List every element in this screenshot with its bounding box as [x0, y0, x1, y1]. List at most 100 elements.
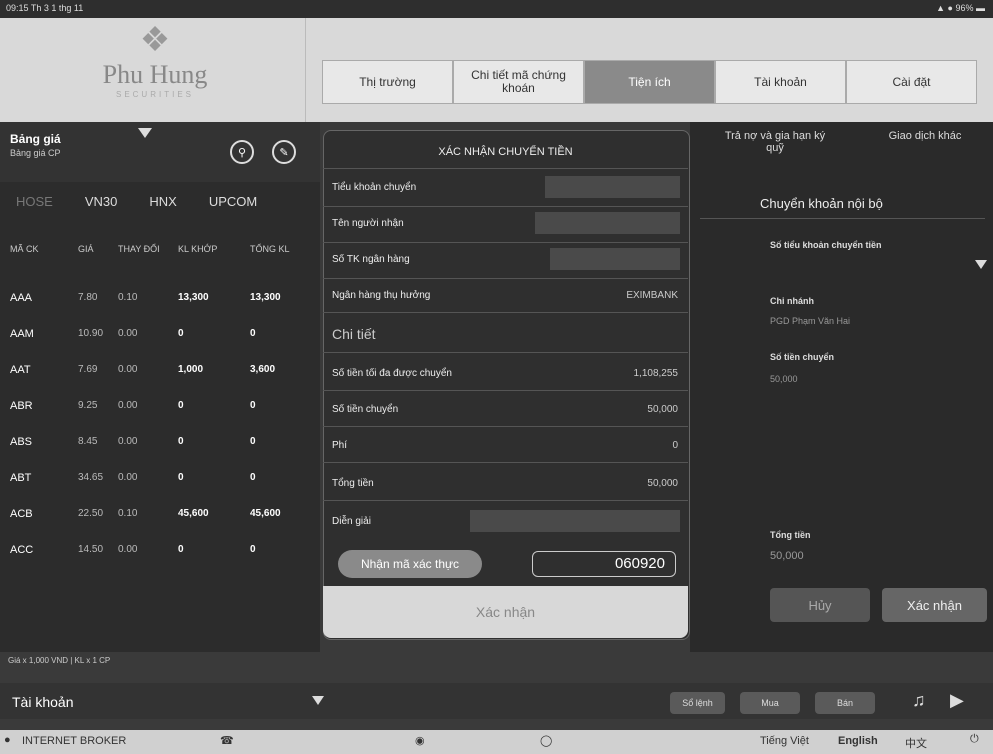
tab-market[interactable]: Thị trường: [322, 60, 453, 104]
message-icon[interactable]: ◯: [540, 734, 552, 747]
user-icon[interactable]: ●: [4, 734, 11, 746]
footer-bar: ● INTERNET BROKER ☎ ◉ ◯ Tiếng Việt Engli…: [0, 730, 993, 754]
cell-total: 0: [250, 544, 256, 555]
divider: [700, 218, 985, 219]
divider: [323, 312, 688, 313]
label-total: Tổng tiền: [332, 478, 374, 489]
table-row[interactable]: ACB 22.50 0.10 45,600 45,600: [0, 498, 320, 534]
tab-stock-detail[interactable]: Chi tiết mã chứng khoán: [453, 60, 584, 104]
amount-input[interactable]: 50,000: [770, 374, 798, 384]
cell-vol: 13,300: [178, 292, 209, 303]
label-amount: Số tiền chuyển: [770, 352, 835, 362]
buy-button[interactable]: Mua: [740, 692, 800, 714]
account-dropdown-icon[interactable]: [312, 696, 324, 705]
tab-account[interactable]: Tài khoản: [715, 60, 846, 104]
cell-price: 10.90: [78, 328, 104, 339]
cell-total: 45,600: [250, 508, 281, 519]
otp-input[interactable]: 060920: [532, 551, 676, 577]
cell-total: 13,300: [250, 292, 281, 303]
tab-upcom[interactable]: UPCOM: [193, 194, 273, 209]
description-input[interactable]: [470, 510, 680, 532]
cell-code: ACB: [10, 508, 33, 520]
search-icon[interactable]: ⚲: [230, 140, 254, 164]
price-board-title[interactable]: Bảng giá: [10, 132, 61, 146]
tab-hose[interactable]: HOSE: [0, 194, 69, 209]
cell-change: 0.10: [118, 508, 138, 519]
table-row[interactable]: ABR 9.25 0.00 0 0: [0, 390, 320, 426]
cell-change: 0.00: [118, 400, 138, 411]
table-row[interactable]: ABS 8.45 0.00 0 0: [0, 426, 320, 462]
orders-button[interactable]: Sổ lệnh: [670, 692, 725, 714]
max-amount-value: 1,108,255: [633, 368, 679, 379]
brand-subtitle: SECURITIES: [115, 90, 194, 99]
cell-change: 0.00: [118, 328, 138, 339]
modal-title: XÁC NHẬN CHUYỂN TIỀN: [438, 146, 573, 158]
modal-confirm-button[interactable]: Xác nhận: [323, 586, 688, 638]
status-battery: ▲ ● 96% ▬: [936, 3, 985, 13]
fee-value: 0: [672, 440, 678, 451]
confirm-button[interactable]: Xác nhận: [882, 588, 987, 622]
bank-account-field[interactable]: [550, 248, 680, 270]
cell-price: 34.65: [78, 472, 104, 483]
cancel-button[interactable]: Hủy: [770, 588, 870, 622]
cell-change: 0.10: [118, 292, 138, 303]
cell-vol: 0: [178, 400, 184, 411]
sub-account-dropdown-icon[interactable]: [975, 260, 987, 269]
cell-code: ABR: [10, 400, 33, 412]
label-amount: Số tiền chuyển: [332, 404, 399, 415]
dropdown-arrow-icon[interactable]: [138, 128, 152, 138]
bell-icon[interactable]: ♫: [912, 690, 926, 711]
tab-settings[interactable]: Cài đặt: [846, 60, 977, 104]
link-other-transactions[interactable]: Giao dịch khác: [885, 130, 965, 142]
col-code: MÃ CK: [10, 244, 39, 254]
megaphone-icon[interactable]: ▶: [950, 690, 964, 711]
recipient-field[interactable]: [535, 212, 680, 234]
cell-total: 0: [250, 436, 256, 447]
table-row[interactable]: AAT 7.69 0.00 1,000 3,600: [0, 354, 320, 390]
edit-icon[interactable]: ✎: [272, 140, 296, 164]
table-row[interactable]: AAA 7.80 0.10 13,300 13,300: [0, 282, 320, 318]
amount-value: 50,000: [647, 404, 678, 415]
total-value: 50,000: [647, 478, 678, 489]
get-otp-button[interactable]: Nhận mã xác thực: [338, 550, 482, 578]
sell-button[interactable]: Bán: [815, 692, 875, 714]
account-label[interactable]: Tài khoản: [12, 694, 73, 710]
divider: [323, 390, 688, 391]
lang-chinese[interactable]: 中文: [905, 735, 927, 751]
chat-icon[interactable]: ◉: [415, 734, 425, 747]
cell-total: 3,600: [250, 364, 276, 375]
col-change: THAY ĐỔI: [118, 244, 160, 254]
table-row[interactable]: ACC 14.50 0.00 0 0: [0, 534, 320, 570]
col-volume: KL KHỚP: [178, 244, 218, 254]
cell-code: ABS: [10, 436, 33, 448]
label-recipient: Tên người nhận: [332, 218, 404, 229]
label-fee: Phí: [332, 440, 348, 451]
label-max-amount: Số tiền tối đa được chuyển: [332, 368, 452, 379]
label-sub-account: Số tiểu khoản chuyển tiền: [770, 240, 882, 250]
label-description: Diễn giải: [332, 516, 371, 527]
cell-price: 14.50: [78, 544, 104, 555]
cell-vol: 0: [178, 544, 184, 555]
power-icon[interactable]: ⏻: [970, 733, 979, 746]
from-account-field[interactable]: [545, 176, 680, 198]
header-divider: [305, 18, 306, 122]
col-total: TỔNG KL: [250, 244, 290, 254]
link-margin-debt[interactable]: Trả nợ và gia hạn ký quỹ: [720, 130, 830, 154]
transfer-title: Chuyển khoản nội bộ: [760, 196, 883, 211]
cell-change: 0.00: [118, 544, 138, 555]
table-row[interactable]: ABT 34.65 0.00 0 0: [0, 462, 320, 498]
tab-utilities[interactable]: Tiện ích: [584, 60, 715, 104]
price-footnote: Giá x 1,000 VND | KL x 1 CP: [8, 656, 111, 665]
lang-vietnamese[interactable]: Tiếng Việt: [760, 735, 809, 747]
lang-english[interactable]: English: [838, 735, 878, 747]
broker-label: INTERNET BROKER: [22, 735, 127, 747]
label-total: Tổng tiền: [770, 530, 811, 540]
cell-total: 0: [250, 328, 256, 339]
phone-icon[interactable]: ☎: [220, 734, 234, 747]
bank-value: EXIMBANK: [626, 290, 678, 301]
tab-hnx[interactable]: HNX: [133, 194, 192, 209]
divider: [323, 500, 688, 501]
table-row[interactable]: AAM 10.90 0.00 0 0: [0, 318, 320, 354]
tab-vn30[interactable]: VN30: [69, 194, 134, 209]
label-bank-account: Số TK ngân hàng: [332, 254, 410, 265]
